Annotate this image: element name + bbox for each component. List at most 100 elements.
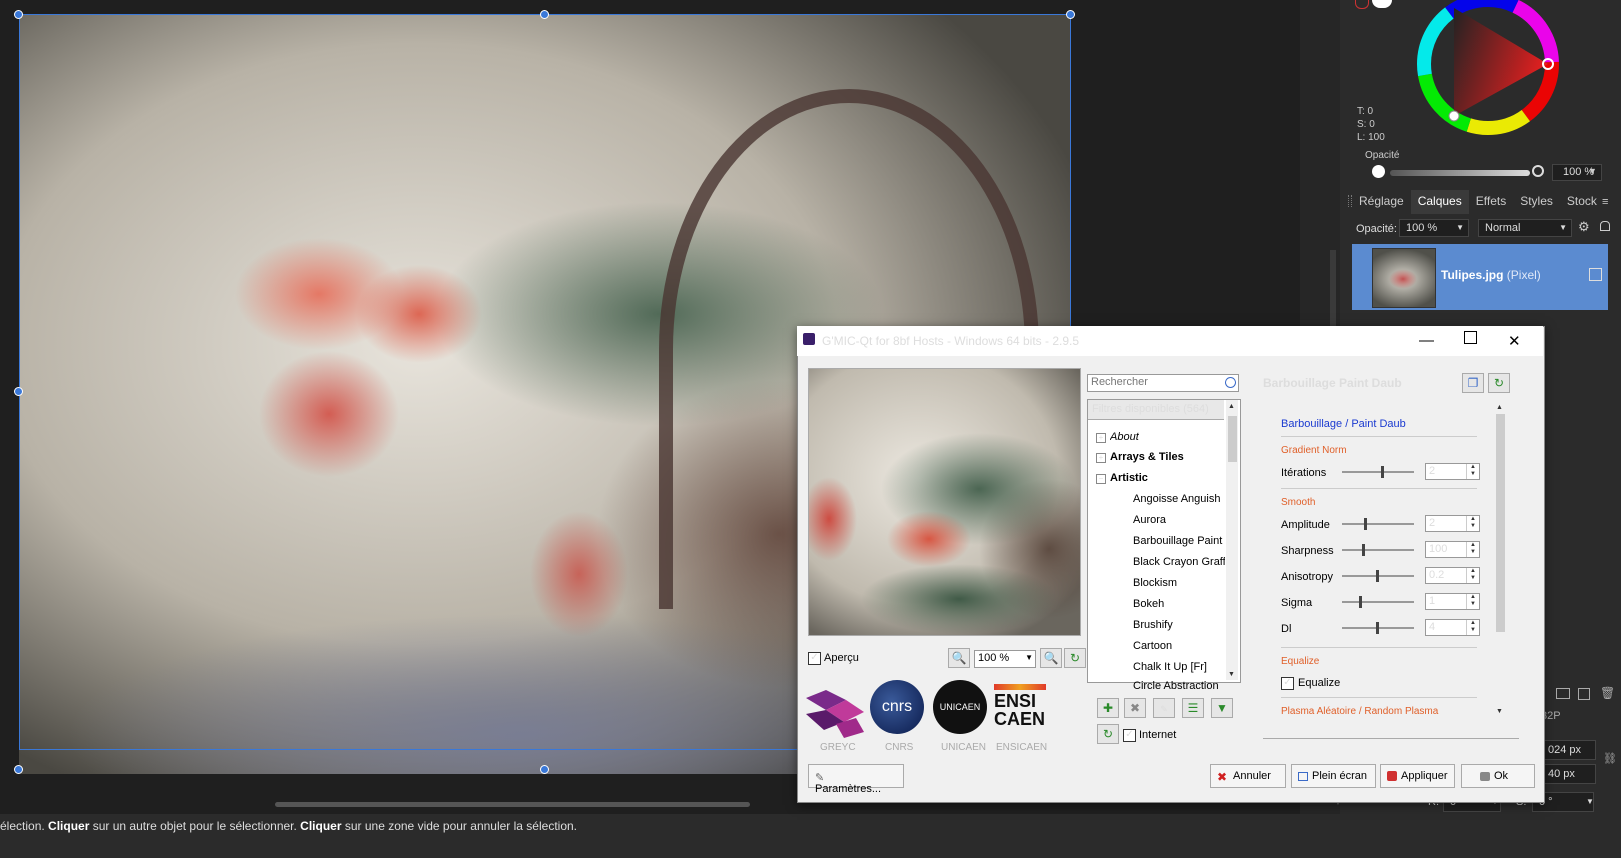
filter-item[interactable]: Black Crayon Graffi	[1133, 556, 1225, 568]
zoom-in-button[interactable]: 🔍	[1040, 648, 1062, 668]
layer-visibility-checkbox[interactable]	[1589, 268, 1602, 281]
equalize-checkbox[interactable]: ✓	[1281, 677, 1294, 690]
filter-item[interactable]: Circle Abstraction	[1133, 680, 1225, 689]
amplitude-slider-knob[interactable]	[1364, 518, 1367, 530]
scroll-up-arrow-icon[interactable]: ▲	[1496, 404, 1503, 411]
shear-dropdown-icon[interactable]: ▼	[1586, 797, 1594, 806]
filter-search-input[interactable]: Rechercher	[1087, 374, 1239, 392]
params-scroll-thumb[interactable]	[1496, 414, 1505, 632]
selection-handle-middle-left[interactable]	[14, 387, 23, 396]
dl-slider-knob[interactable]	[1376, 622, 1379, 634]
iterations-spinbox[interactable]: 2 ▲ ▼	[1425, 463, 1480, 480]
zoom-out-button[interactable]: 🔍	[948, 648, 970, 668]
sharpness-slider[interactable]	[1342, 549, 1414, 551]
copy-params-button[interactable]: ❐	[1462, 373, 1484, 393]
amplitude-slider[interactable]	[1342, 523, 1414, 525]
cancel-button[interactable]: ✖ Annuler	[1210, 764, 1286, 788]
fullscreen-button[interactable]: Plein écran	[1291, 764, 1376, 788]
tab-effets[interactable]: Effets	[1469, 190, 1513, 214]
filter-item[interactable]: Cartoon	[1133, 640, 1225, 652]
maximize-button[interactable]	[1464, 331, 1477, 344]
settings-button[interactable]: ✎Paramètres...	[808, 764, 904, 795]
sigma-slider[interactable]	[1342, 601, 1414, 603]
expand-all-button[interactable]: ☰	[1182, 698, 1204, 718]
duplicate-layer-icon[interactable]	[1578, 688, 1590, 700]
sigma-slider-knob[interactable]	[1359, 596, 1362, 608]
spin-arrows-icon[interactable]: ▲ ▼	[1466, 594, 1479, 609]
internet-checkbox[interactable]: ✓	[1123, 729, 1136, 742]
filter-item-selected[interactable]: Barbouillage Paint D	[1133, 535, 1225, 547]
sharpness-spinbox[interactable]: 100 ▲ ▼	[1425, 541, 1480, 558]
scroll-down-arrow-icon[interactable]: ▼	[1228, 671, 1235, 678]
rename-favorite-button[interactable]: ✎	[1153, 698, 1175, 718]
anisotropy-spinbox[interactable]: 0.2 ▲ ▼	[1425, 567, 1480, 584]
add-favorite-button[interactable]: ✚	[1097, 698, 1119, 718]
apply-button[interactable]: Appliquer	[1380, 764, 1455, 788]
spin-arrows-icon[interactable]: ▲ ▼	[1466, 620, 1479, 635]
selection-handle-top-left[interactable]	[14, 10, 23, 19]
collapse-artistic-icon[interactable]: −	[1096, 474, 1106, 484]
tab-styles[interactable]: Styles	[1513, 190, 1560, 214]
tree-category-artistic[interactable]: Artistic	[1110, 472, 1148, 484]
search-icon[interactable]	[1225, 377, 1236, 388]
anisotropy-slider-knob[interactable]	[1376, 570, 1379, 582]
selection-handle-bottom-middle[interactable]	[540, 765, 549, 774]
refresh-preview-button[interactable]: ↻	[1064, 648, 1086, 668]
update-filters-button[interactable]: ↻	[1097, 724, 1119, 744]
zoom-dropdown[interactable]: 100 % ▼	[974, 650, 1036, 668]
filter-item[interactable]: Blockism	[1133, 577, 1225, 589]
iterations-slider-knob[interactable]	[1381, 466, 1384, 478]
iterations-slider[interactable]	[1342, 471, 1414, 473]
preview-checkbox[interactable]: ✓	[808, 652, 821, 665]
tree-category-arrays-tiles[interactable]: Arrays & Tiles	[1110, 451, 1184, 463]
scroll-up-arrow-icon[interactable]: ▲	[1228, 403, 1235, 410]
folder-icon[interactable]	[1556, 688, 1570, 699]
gear-icon[interactable]: ⚙	[1578, 219, 1590, 235]
sigma-spinbox[interactable]: 1 ▲ ▼	[1425, 593, 1480, 610]
tab-stock[interactable]: Stock	[1560, 190, 1604, 214]
expand-arrays-icon[interactable]: +	[1096, 453, 1106, 463]
filter-preview-image[interactable]	[808, 368, 1081, 636]
opacity-dropdown-icon[interactable]: ▼	[1588, 166, 1597, 176]
filter-item[interactable]: Aurora	[1133, 514, 1225, 526]
reset-params-button[interactable]: ↻	[1488, 373, 1510, 393]
color-wheel[interactable]	[1414, 0, 1562, 138]
blend-mode-dropdown[interactable]: Normal ▼	[1478, 219, 1572, 237]
spin-arrows-icon[interactable]: ▲ ▼	[1466, 542, 1479, 557]
ok-button[interactable]: Ok	[1461, 764, 1535, 788]
selection-handle-top-middle[interactable]	[540, 10, 549, 19]
expand-about-icon[interactable]: +	[1096, 433, 1106, 443]
scroll-down-arrow-icon[interactable]: ▼	[1496, 708, 1503, 715]
selection-handle-bottom-left[interactable]	[14, 765, 23, 774]
filter-item[interactable]: Brushify	[1133, 619, 1225, 631]
tab-calques[interactable]: Calques	[1410, 190, 1469, 214]
filter-item[interactable]: Chalk It Up [Fr]	[1133, 661, 1225, 673]
selection-handle-top-right[interactable]	[1066, 10, 1075, 19]
collapse-all-button[interactable]: ▼	[1211, 698, 1233, 718]
sharpness-slider-knob[interactable]	[1362, 544, 1365, 556]
tree-category-about[interactable]: About	[1110, 431, 1139, 443]
filter-item[interactable]: Bokeh	[1133, 598, 1225, 610]
minimize-button[interactable]: —	[1419, 332, 1434, 349]
height-field[interactable]: 40 px	[1541, 764, 1596, 784]
filter-link[interactable]: Barbouillage / Paint Daub	[1281, 418, 1406, 430]
dl-spinbox[interactable]: 4 ▲ ▼	[1425, 619, 1480, 636]
amplitude-spinbox[interactable]: 2 ▲ ▼	[1425, 515, 1480, 532]
remove-favorite-button[interactable]: ✖	[1124, 698, 1146, 718]
filter-item[interactable]: Angoisse Anguish	[1133, 493, 1225, 505]
link-icon[interactable]: ⛓	[1603, 752, 1617, 765]
opacity-swatch[interactable]	[1372, 165, 1385, 178]
tab-reglage[interactable]: Réglage	[1352, 190, 1411, 214]
filters-scroll-thumb[interactable]	[1228, 416, 1237, 462]
width-field[interactable]: 024 px	[1541, 740, 1596, 760]
close-button[interactable]: ✕	[1508, 332, 1521, 350]
spin-arrows-icon[interactable]: ▲ ▼	[1466, 516, 1479, 531]
canvas-horizontal-scroll-thumb[interactable]	[275, 802, 750, 807]
opacity-slider-knob[interactable]	[1532, 165, 1544, 177]
opacity-slider[interactable]	[1390, 170, 1530, 176]
spin-arrows-icon[interactable]: ▲ ▼	[1466, 568, 1479, 583]
trash-icon[interactable]: 🗑	[1600, 686, 1615, 700]
lock-icon[interactable]	[1600, 221, 1610, 231]
spin-arrows-icon[interactable]: ▲ ▼	[1466, 464, 1479, 479]
panel-menu-icon[interactable]: ≡	[1602, 196, 1608, 208]
